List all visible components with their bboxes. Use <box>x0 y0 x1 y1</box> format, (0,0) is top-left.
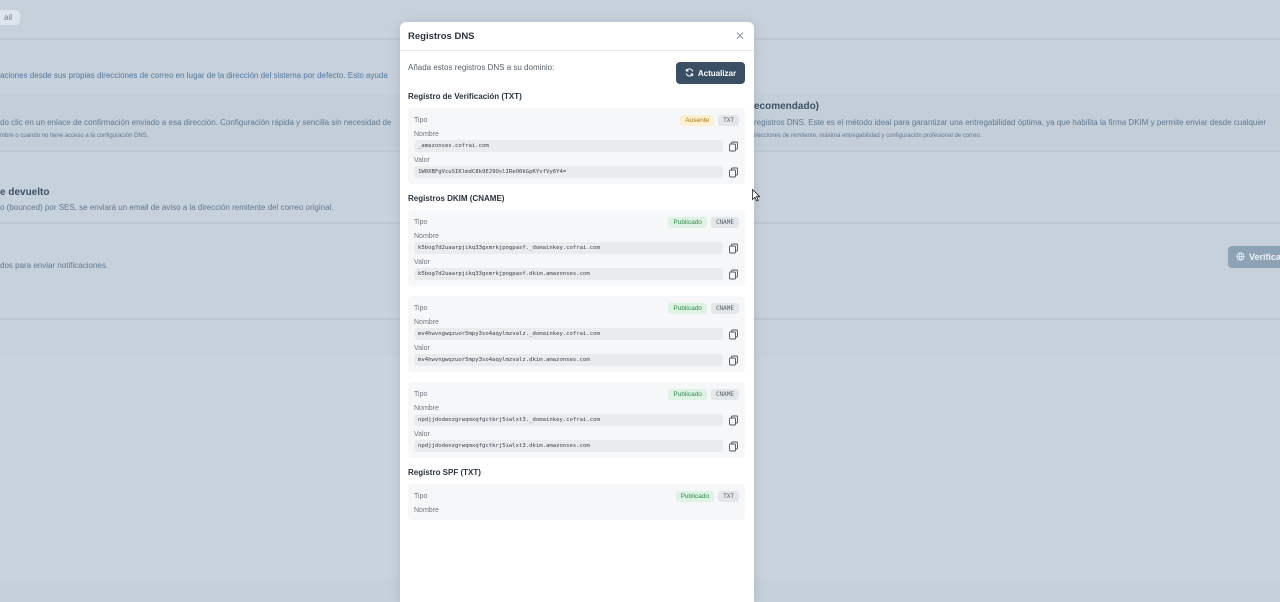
record-value[interactable]: mv4hwvngwqzuor5mpy3so4aqylmzvalz.dkim.am… <box>414 354 723 366</box>
background-text: mbre o cuando no tiene acceso a la confi… <box>0 133 149 139</box>
record-name-value[interactable]: npdjjdodenzgrwqmxqfgctkrj5iwlxt3._domain… <box>414 414 723 426</box>
globe-icon <box>1236 251 1245 263</box>
type-badge: CNAME <box>710 388 739 400</box>
nombre-label: Nombre <box>414 507 439 514</box>
record-name-value[interactable]: _amazonses.cofrai.com <box>414 140 723 152</box>
background-text: do clic en un enlace de confirmación env… <box>0 118 392 127</box>
refresh-button[interactable]: Actualizar <box>676 62 745 84</box>
status-badge: Publicado <box>668 302 707 314</box>
copy-icon[interactable] <box>728 141 739 152</box>
background-text: irecciones de remitente, máxima entregab… <box>754 133 982 139</box>
valor-label: Valor <box>414 431 430 438</box>
modal-title: Registros DNS <box>408 30 475 42</box>
record-value[interactable]: npdjjdodenzgrwqmxqfgctkrj5iwlxt3.dkim.am… <box>414 440 723 452</box>
type-badge: CNAME <box>710 216 739 228</box>
background-text: aciones desde sus propias direcciones de… <box>0 71 388 80</box>
type-badge: CNAME <box>710 302 739 314</box>
verification-record: Tipo Ausente TXT Nombre _amazonses.cofra… <box>408 108 745 184</box>
status-badge: Publicado <box>668 388 707 400</box>
verify-button-label: Verifica <box>1249 252 1280 262</box>
spf-section-title: Registro SPF (TXT) <box>408 468 481 477</box>
status-badge: Publicado <box>675 490 715 502</box>
refresh-icon <box>685 68 694 79</box>
valor-label: Valor <box>414 259 430 266</box>
valor-label: Valor <box>414 157 430 164</box>
copy-icon[interactable] <box>728 269 739 280</box>
nombre-label: Nombre <box>414 131 439 138</box>
spf-record: Tipo Publicado TXT Nombre <box>408 484 745 520</box>
type-badge: TXT <box>718 114 739 126</box>
modal-header: Registros DNS ✕ <box>400 22 754 51</box>
close-icon[interactable]: ✕ <box>735 29 745 43</box>
copy-icon[interactable] <box>728 243 739 254</box>
status-badge: Publicado <box>668 216 707 228</box>
mouse-cursor-icon <box>752 188 761 207</box>
copy-icon[interactable] <box>728 441 739 452</box>
verify-button[interactable]: Verifica <box>1228 246 1280 268</box>
copy-icon[interactable] <box>728 355 739 366</box>
tipo-label: Tipo <box>414 116 428 124</box>
tipo-label: Tipo <box>414 390 428 398</box>
dkim-section-title: Registros DKIM (CNAME) <box>408 194 505 203</box>
background-pill[interactable]: ail <box>0 10 21 25</box>
dkim-record: Tipo Publicado CNAME Nombre k5bog7d2uaar… <box>408 210 745 286</box>
nombre-label: Nombre <box>414 319 439 326</box>
tipo-label: Tipo <box>414 304 428 312</box>
refresh-label: Actualizar <box>697 68 737 78</box>
verification-section-title: Registro de Verificación (TXT) <box>408 92 522 101</box>
copy-icon[interactable] <box>728 415 739 426</box>
background-text: dos para enviar notificaciones. <box>0 261 109 270</box>
status-badge: Ausente <box>680 114 715 126</box>
copy-icon[interactable] <box>728 167 739 178</box>
dns-records-modal: Registros DNS ✕ Añada estos registros DN… <box>400 22 754 602</box>
record-name-value[interactable]: mv4hwvngwqzuor5mpy3so4aqylmzvalz._domain… <box>414 328 723 340</box>
background-text: o (bounced) por SES, se enviará un email… <box>0 203 334 212</box>
record-name-value[interactable]: k5bog7d2uaarpjikq33gxmrkjpogpasf._domain… <box>414 242 723 254</box>
nombre-label: Nombre <box>414 405 439 412</box>
dkim-record: Tipo Publicado CNAME Nombre mv4hwvngwqzu… <box>408 296 745 372</box>
record-value[interactable]: 1W0XBFgVcuSIKlmdC8k9EJ9OslIReO0kGpKYvfVy… <box>414 166 723 178</box>
dkim-record: Tipo Publicado CNAME Nombre npdjjdodenzg… <box>408 382 745 458</box>
intro-text: Añada estos registros DNS a su dominio: <box>408 63 555 72</box>
tipo-label: Tipo <box>414 218 428 226</box>
background-heading: ecomendado) <box>754 101 820 112</box>
copy-icon[interactable] <box>728 329 739 340</box>
valor-label: Valor <box>414 345 430 352</box>
tipo-label: Tipo <box>414 492 428 500</box>
type-badge: TXT <box>718 490 739 502</box>
nombre-label: Nombre <box>414 233 439 240</box>
record-value[interactable]: k5bog7d2uaarpjikq33gxmrkjpogpasf.dkim.am… <box>414 268 723 280</box>
background-heading: e devuelto <box>0 187 50 198</box>
background-text: registros DNS. Este es el método ideal p… <box>754 118 1267 127</box>
